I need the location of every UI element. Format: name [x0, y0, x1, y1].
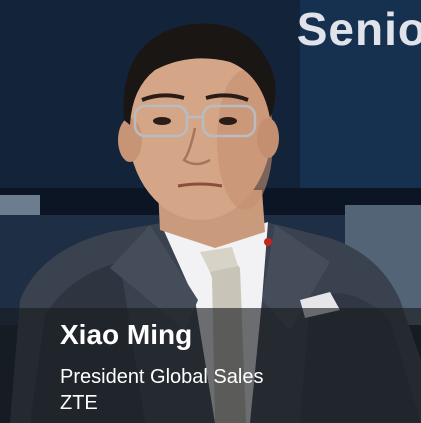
- speaker-card[interactable]: Senio Xiao Ming President Global Sales Z…: [0, 0, 421, 423]
- speaker-company: ZTE: [60, 392, 98, 414]
- ear-right: [257, 118, 279, 158]
- eye-left: [153, 117, 171, 125]
- speaker-title: President Global Sales: [60, 366, 264, 388]
- lapel-pin: [264, 238, 272, 246]
- backdrop-banner-text: Senio: [296, 3, 421, 55]
- eye-right: [219, 117, 237, 125]
- speaker-name: Xiao Ming: [60, 319, 193, 350]
